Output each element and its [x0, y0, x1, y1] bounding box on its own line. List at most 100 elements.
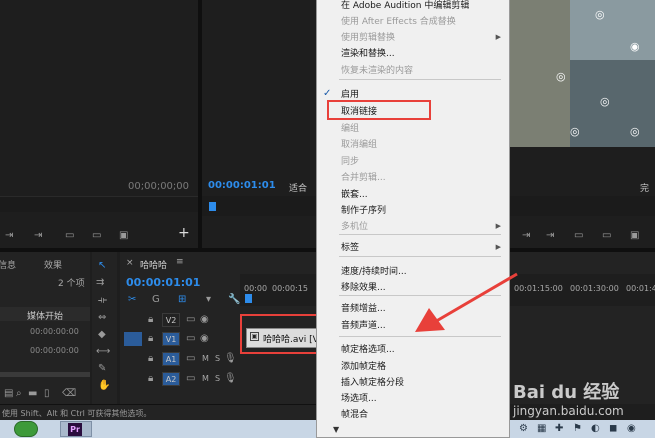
solo-button[interactable]: S: [215, 374, 220, 383]
menu-item[interactable]: 移除效果...: [341, 282, 386, 294]
slip-icon[interactable]: ⟷: [96, 346, 110, 358]
fit-dropdown[interactable]: 适合: [289, 181, 307, 194]
toggle-output-icon[interactable]: ▭: [186, 314, 195, 326]
eye-icon[interactable]: ◉: [200, 333, 209, 345]
lock-icon[interactable]: 🔒︎: [148, 353, 153, 365]
camera-icon[interactable]: ▣: [630, 230, 639, 242]
eye-icon[interactable]: ◉: [200, 314, 209, 326]
menu-item[interactable]: 帧定格选项...: [341, 344, 395, 356]
rate-stretch-icon[interactable]: ⇔: [98, 312, 106, 324]
column-media-start[interactable]: 媒体开始: [27, 309, 63, 322]
pen-icon[interactable]: ✎: [98, 363, 106, 375]
menu-item: 多机位: [341, 222, 369, 232]
tray-icon[interactable]: ⚑: [573, 423, 582, 435]
folder-icon[interactable]: ▬: [28, 388, 37, 400]
track-label[interactable]: V1: [162, 332, 180, 346]
menu-item[interactable]: 标签: [341, 242, 359, 254]
playhead[interactable]: [245, 294, 252, 303]
trim-icon[interactable]: ▭: [574, 230, 583, 242]
playhead-marker[interactable]: [209, 202, 216, 211]
submenu-arrow-icon: ▶: [495, 33, 501, 41]
tray-icon[interactable]: ◼: [609, 423, 617, 435]
menu-item[interactable]: 音频增益...: [341, 303, 386, 315]
lock-icon[interactable]: 🔒︎: [148, 373, 153, 385]
solo-button[interactable]: S: [215, 354, 220, 363]
hand-icon[interactable]: ✋: [98, 380, 110, 392]
add-icon[interactable]: +: [178, 226, 190, 240]
marker-icon[interactable]: ▾: [206, 294, 211, 306]
menu-item[interactable]: 帧混合: [341, 409, 368, 421]
tray-icon[interactable]: ⚙: [519, 423, 528, 435]
menu-icon[interactable]: ≡: [176, 257, 184, 267]
extract-icon[interactable]: ⇥: [546, 230, 554, 242]
overwrite-icon[interactable]: ▭: [65, 230, 74, 242]
wrench-icon[interactable]: 🔧: [228, 294, 240, 306]
program-right-scrub[interactable]: [510, 196, 655, 216]
insert-clip-icon[interactable]: ▭: [92, 230, 101, 242]
tray-icon[interactable]: ◉: [627, 423, 636, 435]
source-controls: ⇥ ⇥ ▭ ▭ ▣ +: [0, 226, 198, 246]
selection-tool-icon[interactable]: ↖: [98, 260, 106, 272]
unlink-highlight-box: [327, 100, 431, 120]
toggle-output-icon[interactable]: ▭: [186, 373, 195, 385]
lock-icon[interactable]: 🔒︎: [148, 314, 153, 326]
trim-out-icon[interactable]: ▭: [602, 230, 611, 242]
tray-icon[interactable]: ✚: [555, 423, 563, 435]
tray-icon[interactable]: ▦: [537, 423, 546, 435]
menu-item[interactable]: 嵌套...: [341, 189, 368, 201]
menu-item[interactable]: 制作子序列: [341, 205, 386, 217]
start-button[interactable]: [14, 421, 38, 437]
search-icon[interactable]: ⌕: [16, 388, 22, 400]
tab-effects[interactable]: 效果: [44, 258, 62, 271]
snap-icon[interactable]: ✂: [128, 294, 136, 306]
menu-item[interactable]: 插入帧定格分段: [341, 377, 404, 389]
track-label[interactable]: A1: [162, 352, 180, 366]
source-scrub-bar[interactable]: [0, 196, 198, 212]
mic-icon[interactable]: 🎙︎: [224, 353, 237, 365]
ripple-edit-icon[interactable]: ⟛: [98, 295, 107, 307]
program-timecode: 00:00:01:01: [208, 180, 276, 191]
insert-icon[interactable]: ⇥: [34, 230, 42, 242]
toggle-output-icon[interactable]: ▭: [186, 353, 195, 365]
menu-item[interactable]: 添加帧定格: [341, 361, 386, 373]
menu-item[interactable]: 场选项...: [341, 393, 377, 405]
menu-item: 编组: [341, 124, 360, 134]
menu-item[interactable]: 速度/持续时间...: [341, 266, 407, 278]
timeline-ruler[interactable]: 00:00 00:00:15: [240, 274, 316, 306]
lock-icon[interactable]: 🔒︎: [148, 333, 153, 345]
table-row[interactable]: 00:00:00:00: [30, 327, 79, 336]
menu-item[interactable]: 音频声道...: [341, 320, 386, 332]
menu-item[interactable]: 在 Adobe Audition 中编辑剪辑: [341, 0, 469, 12]
camera-icon[interactable]: ▣: [119, 230, 128, 242]
track-label[interactable]: A2: [162, 372, 180, 386]
mark-out-icon[interactable]: ⇥: [5, 230, 13, 242]
game-hud-icon: ◎: [556, 70, 566, 83]
preview-sky: [570, 0, 655, 60]
menu-item[interactable]: 渲染和替换...: [341, 48, 395, 60]
tab-info[interactable]: 信息: [0, 258, 16, 271]
track-source-indicator[interactable]: [124, 332, 142, 346]
timeline-panel: × 哈哈哈 ≡ 00:00:01:01 ✂ G ⊞ ▾ 🔧 00:00 00:0…: [120, 252, 324, 404]
lift-icon[interactable]: ⇥: [522, 230, 530, 242]
mic-icon[interactable]: 🎙︎: [224, 373, 237, 385]
menu-item: 使用 After Effects 合成替换: [341, 17, 456, 27]
mute-button[interactable]: M: [202, 374, 209, 383]
track-select-icon[interactable]: ⇉: [96, 277, 104, 289]
sequence-tab[interactable]: 哈哈哈: [140, 258, 167, 271]
razor-icon[interactable]: ◆: [98, 329, 106, 341]
program-scrub-bar[interactable]: [202, 196, 316, 216]
linked-selection-icon[interactable]: G: [152, 294, 160, 306]
toggle-output-icon[interactable]: ▭: [186, 333, 195, 345]
new-item-icon[interactable]: ▯: [44, 388, 50, 400]
close-icon[interactable]: ×: [126, 258, 134, 268]
add-marker-icon[interactable]: ⊞: [178, 294, 186, 306]
project-scrollbar[interactable]: [0, 372, 90, 377]
tray-icon[interactable]: ◐: [591, 423, 600, 435]
list-view-icon[interactable]: ▤: [4, 388, 13, 400]
premiere-taskbar-button[interactable]: Pr: [60, 421, 92, 437]
mute-button[interactable]: M: [202, 354, 209, 363]
table-row[interactable]: 00:00:00:00: [30, 346, 79, 355]
trash-icon[interactable]: ⌫: [62, 388, 76, 400]
track-label[interactable]: V2: [162, 313, 180, 327]
scroll-down-icon[interactable]: ▼: [333, 425, 339, 434]
